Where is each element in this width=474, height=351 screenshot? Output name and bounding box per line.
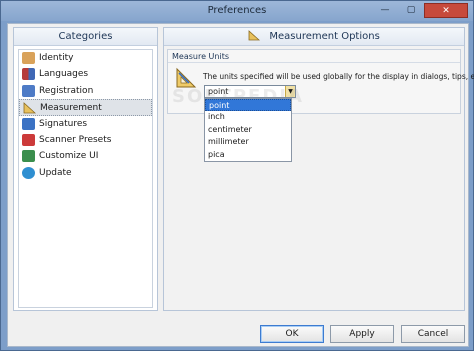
- units-option-pica[interactable]: pica: [205, 149, 291, 161]
- category-label: Customize UI: [39, 151, 99, 162]
- cancel-button[interactable]: Cancel: [401, 325, 465, 343]
- ruler-triangle-icon: [175, 67, 197, 89]
- scanner-icon: [22, 133, 35, 146]
- category-item-signatures[interactable]: Signatures: [19, 116, 152, 132]
- apply-button[interactable]: Apply: [330, 325, 394, 343]
- units-option-inch[interactable]: inch: [205, 111, 291, 123]
- category-label: Registration: [39, 85, 94, 96]
- user-key-icon: [22, 84, 35, 97]
- globe-icon: [22, 166, 35, 179]
- minimize-button[interactable]: —: [372, 3, 398, 18]
- categories-list[interactable]: Identity Languages Registration Measurem…: [18, 49, 153, 308]
- preferences-window: Preferences — ▢ ✕ Categories Identity La…: [0, 0, 474, 351]
- ruler-triangle-icon: [248, 30, 261, 41]
- ruler-triangle-icon: [23, 102, 37, 114]
- category-label: Identity: [39, 53, 74, 63]
- flags-icon: [22, 68, 35, 81]
- category-item-customize-ui[interactable]: Customize UI: [19, 148, 152, 164]
- units-dropdown-list[interactable]: point inch centimeter millimeter pica: [204, 98, 292, 162]
- units-combobox-value: point: [208, 87, 229, 96]
- units-description: The units specified will be used globall…: [203, 72, 474, 81]
- category-label: Scanner Presets: [39, 134, 112, 145]
- maximize-button[interactable]: ▢: [398, 3, 424, 18]
- measurement-options-title: Measurement Options: [269, 31, 380, 42]
- category-item-measurement[interactable]: Measurement: [19, 99, 152, 116]
- person-icon: [22, 52, 35, 64]
- title-bar[interactable]: Preferences — ▢ ✕: [1, 1, 473, 21]
- close-button[interactable]: ✕: [424, 3, 468, 18]
- dialog-footer: OK Apply Cancel: [8, 318, 468, 346]
- measurement-options-header: Measurement Options: [164, 28, 464, 46]
- signature-icon: [22, 117, 35, 130]
- category-label: Languages: [39, 69, 89, 80]
- ok-button[interactable]: OK: [260, 325, 324, 343]
- units-combobox[interactable]: point ▼: [204, 85, 296, 98]
- units-option-centimeter[interactable]: centimeter: [205, 124, 291, 136]
- categories-panel: Categories Identity Languages Registrati…: [13, 27, 158, 311]
- chevron-down-icon[interactable]: ▼: [285, 86, 295, 97]
- measurement-options-panel: Measurement Options Measure Units The un…: [163, 27, 474, 311]
- puzzle-icon: [22, 150, 35, 163]
- units-option-millimeter[interactable]: millimeter: [205, 136, 291, 148]
- category-label: Signatures: [39, 118, 88, 129]
- group-divider: [168, 62, 460, 63]
- category-item-languages[interactable]: Languages: [19, 66, 152, 82]
- units-option-point[interactable]: point: [205, 99, 291, 112]
- category-label: Update: [39, 167, 72, 178]
- category-item-scanner-presets[interactable]: Scanner Presets: [19, 132, 152, 148]
- category-label: Measurement: [40, 103, 102, 114]
- categories-header: Categories: [14, 28, 157, 46]
- category-item-identity[interactable]: Identity: [19, 50, 152, 66]
- category-item-registration[interactable]: Registration: [19, 83, 152, 99]
- dialog-body: Categories Identity Languages Registrati…: [7, 23, 474, 347]
- measure-units-label: Measure Units: [172, 52, 229, 61]
- category-item-update[interactable]: Update: [19, 165, 152, 181]
